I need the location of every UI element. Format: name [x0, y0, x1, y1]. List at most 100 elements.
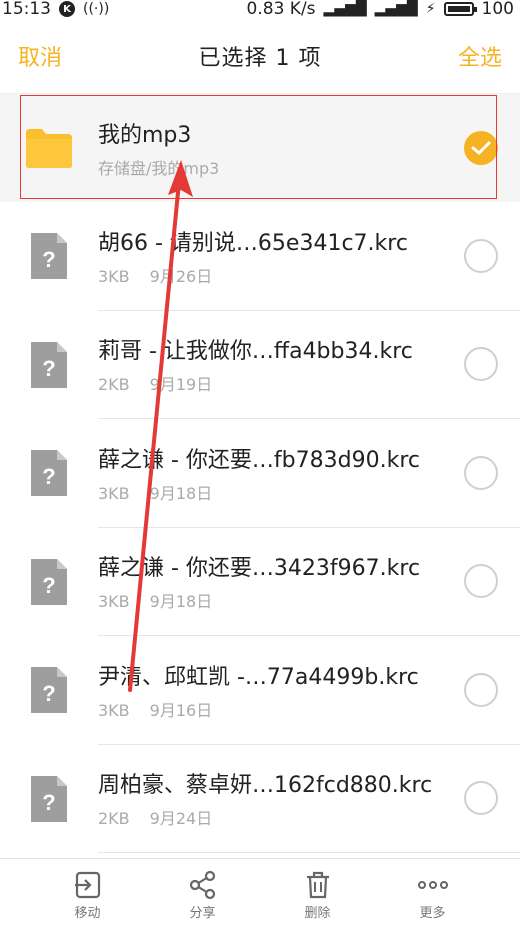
thumb — [0, 127, 98, 169]
list-item[interactable]: ? 薛之谦 - 你还要…3423f967.krc 3KB 9月18日 — [0, 528, 520, 636]
item-size: 3KB — [98, 483, 130, 503]
item-size: 3KB — [98, 592, 130, 612]
svg-text:?: ? — [42, 681, 55, 706]
svg-text:?: ? — [42, 247, 55, 272]
list-item-folder[interactable]: 我的mp3 存储盘/我的mp3 — [0, 94, 520, 202]
thumb: ? — [0, 340, 98, 390]
delete-label: 删除 — [304, 906, 331, 921]
item-name: 周柏豪、蔡卓妍…162fcd880.krc — [98, 773, 433, 799]
item-info: 莉哥 - 让我做你…ffa4bb34.krc 2KB 9月19日 — [98, 311, 442, 419]
page-title: 已选择 1 项 — [198, 45, 322, 71]
unknown-file-icon: ? — [31, 450, 67, 497]
more-button[interactable]: 更多 — [393, 870, 473, 921]
item-info: 薛之谦 - 你还要…3423f967.krc 3KB 9月18日 — [98, 528, 442, 636]
move-label: 移动 — [74, 906, 101, 921]
item-checkbox[interactable] — [464, 564, 498, 599]
check-wrap — [442, 745, 520, 853]
app-notification-icon: K — [59, 1, 75, 17]
cancel-button[interactable]: 取消 — [18, 40, 62, 72]
item-date: 9月16日 — [149, 700, 213, 720]
screen: 15:13 K ((·)) 0.83 K/s ▂▄▆█ ▂▄▆█ ⚡ 100 取… — [0, 0, 520, 932]
svg-text:?: ? — [42, 790, 55, 815]
item-meta: 2KB 9月19日 — [98, 371, 434, 395]
item-meta: 存储盘/我的mp3 — [98, 155, 434, 179]
check-wrap — [442, 202, 520, 311]
move-icon — [74, 871, 100, 899]
list-item[interactable]: ? 薛之谦 - 你还要…fb783d90.krc 3KB 9月18日 — [0, 419, 520, 528]
share-button[interactable]: 分享 — [163, 870, 243, 921]
item-size: 3KB — [98, 700, 130, 720]
check-wrap — [442, 311, 520, 419]
signal-icon-2: ▂▄▆█ — [374, 1, 418, 17]
signal-icon: ▂▄▆█ — [323, 1, 367, 17]
share-icon — [189, 870, 215, 900]
item-name: 莉哥 - 让我做你…ffa4bb34.krc — [98, 339, 413, 365]
more-icon — [417, 881, 448, 889]
share-label: 分享 — [189, 906, 216, 921]
item-checkbox[interactable] — [464, 238, 498, 273]
charging-icon: ⚡ — [425, 1, 436, 17]
bottom-toolbar: 移动 分享 删除 更多 — [0, 858, 520, 932]
more-label: 更多 — [419, 906, 446, 921]
item-checkbox[interactable] — [464, 672, 498, 707]
thumb: ? — [0, 448, 98, 498]
item-checkbox[interactable] — [464, 781, 498, 816]
item-size: 2KB — [98, 375, 130, 395]
item-size: 2KB — [98, 809, 130, 829]
item-info: 周柏豪、蔡卓妍…162fcd880.krc 2KB 9月24日 — [98, 745, 442, 853]
item-date: 9月18日 — [149, 483, 213, 503]
check-wrap — [442, 636, 520, 745]
item-name: 我的mp3 — [98, 123, 192, 148]
item-date: 9月18日 — [149, 592, 213, 612]
item-date: 9月26日 — [149, 266, 213, 286]
item-meta: 3KB 9月18日 — [98, 588, 434, 612]
item-date: 9月19日 — [149, 375, 213, 395]
item-meta: 2KB 9月24日 — [98, 805, 434, 829]
unknown-file-icon: ? — [31, 341, 67, 388]
unknown-file-icon: ? — [31, 233, 67, 280]
item-name: 尹清、邱虹凯 -…77a4499b.krc — [98, 664, 419, 690]
list-item[interactable]: ? 周柏豪、蔡卓妍…162fcd880.krc 2KB 9月24日 — [0, 745, 520, 853]
svg-text:?: ? — [42, 464, 55, 489]
status-right: 0.83 K/s ▂▄▆█ ▂▄▆█ ⚡ 100 — [247, 0, 514, 18]
delete-button[interactable]: 删除 — [278, 870, 358, 921]
status-left: 15:13 K ((·)) — [2, 0, 109, 18]
battery-icon — [443, 2, 477, 16]
item-meta: 3KB 9月26日 — [98, 263, 434, 287]
svg-text:?: ? — [42, 573, 55, 598]
item-info: 我的mp3 存储盘/我的mp3 — [98, 94, 442, 202]
folder-icon — [26, 129, 72, 168]
check-wrap — [442, 94, 520, 202]
item-meta: 3KB 9月18日 — [98, 480, 434, 504]
item-info: 薛之谦 - 你还要…fb783d90.krc 3KB 9月18日 — [98, 419, 442, 528]
item-meta: 3KB 9月16日 — [98, 697, 434, 721]
trash-icon — [306, 871, 329, 899]
file-list: 我的mp3 存储盘/我的mp3 ? 胡66 - 请别说…65e341c7.krc… — [0, 94, 520, 853]
selection-header: 取消 已选择 1 项 全选 — [0, 18, 520, 94]
unknown-file-icon: ? — [31, 775, 67, 822]
checkmark-icon — [471, 141, 491, 155]
item-size: 3KB — [98, 266, 130, 286]
item-path: 存储盘/我的mp3 — [98, 159, 220, 178]
select-all-button[interactable]: 全选 — [458, 40, 502, 72]
item-date: 9月24日 — [149, 809, 213, 829]
item-name: 薛之谦 - 你还要…fb783d90.krc — [98, 447, 420, 473]
move-button[interactable]: 移动 — [48, 870, 128, 921]
list-item[interactable]: ? 胡66 - 请别说…65e341c7.krc 3KB 9月26日 — [0, 202, 520, 311]
list-item[interactable]: ? 尹清、邱虹凯 -…77a4499b.krc 3KB 9月16日 — [0, 636, 520, 745]
item-checkbox[interactable] — [464, 455, 498, 490]
thumb: ? — [0, 665, 98, 715]
item-info: 尹清、邱虹凯 -…77a4499b.krc 3KB 9月16日 — [98, 636, 442, 745]
status-time: 15:13 — [2, 0, 51, 18]
check-wrap — [442, 419, 520, 528]
item-name: 胡66 - 请别说…65e341c7.krc — [98, 230, 408, 256]
unknown-file-icon: ? — [31, 558, 67, 605]
list-item[interactable]: ? 莉哥 - 让我做你…ffa4bb34.krc 2KB 9月19日 — [0, 311, 520, 419]
selected-checkbox[interactable] — [464, 131, 498, 165]
battery-level: 100 — [481, 0, 514, 18]
network-speed: 0.83 K/s — [246, 0, 316, 18]
thumb: ? — [0, 774, 98, 824]
svg-text:?: ? — [42, 356, 55, 381]
item-checkbox[interactable] — [464, 347, 498, 382]
item-name: 薛之谦 - 你还要…3423f967.krc — [98, 556, 421, 582]
